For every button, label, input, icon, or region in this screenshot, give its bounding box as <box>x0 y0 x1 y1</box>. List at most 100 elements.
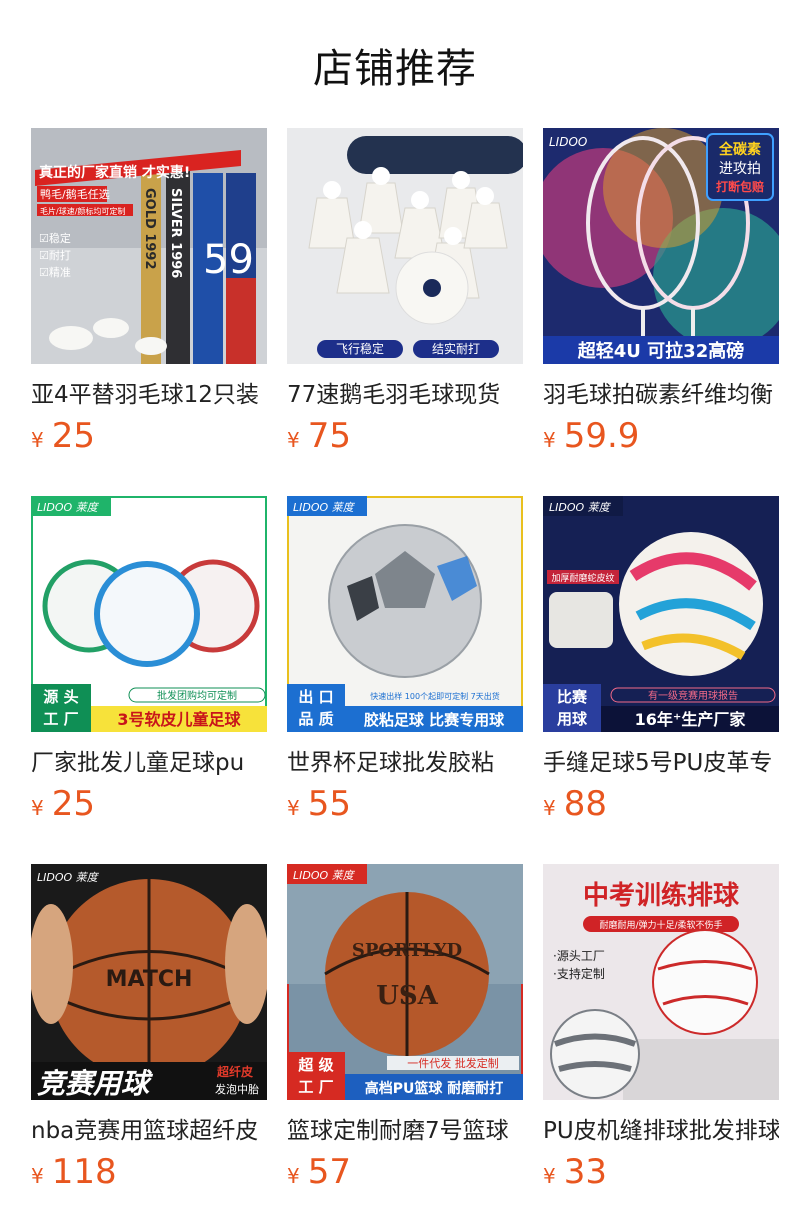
svg-text:源 头: 源 头 <box>43 688 78 706</box>
currency-symbol: ¥ <box>287 428 300 452</box>
price-amount: 59.9 <box>563 416 640 456</box>
product-image[interactable]: LIDOO 莱度 出 口 品 质 快速出样 100个起即可定制 7天出货 胶粘足… <box>287 496 523 732</box>
brand-logo: LIDOO 莱度 <box>37 871 100 884</box>
product-image[interactable]: LIDOO 莱度 加厚耐磨蛇皮纹 比赛 用球 有一级竞赛用球报告 16年⁺生产厂… <box>543 496 779 732</box>
price-amount: 88 <box>563 784 607 824</box>
svg-text:发泡中胎: 发泡中胎 <box>215 1082 259 1096</box>
product-price: ¥ 33 <box>543 1152 779 1196</box>
svg-text:批发团购均可定制: 批发团购均可定制 <box>157 689 237 702</box>
product-image[interactable]: LIDOO 莱度 SPORTLYD USA 超 级 工 厂 一件代发 批发定制 … <box>287 864 523 1100</box>
svg-text:59: 59 <box>203 237 254 283</box>
product-price: ¥ 25 <box>31 416 267 460</box>
shuttlecock-tubes-image: 真正的厂家直销 才实惠! 鸭毛/鹅毛任选 毛片/球速/颜标均可定制 ☑稳定 ☑耐… <box>31 128 267 364</box>
product-card[interactable]: LIDOO 莱度 MATCH 竞赛用球 超纤皮 发泡中胎 nba竞赛用篮球超纤皮… <box>31 864 267 1200</box>
product-price: ¥ 75 <box>287 416 523 460</box>
product-name[interactable]: 世界杯足球批发胶粘 <box>287 746 523 780</box>
match-basketball-image: LIDOO 莱度 MATCH 竞赛用球 超纤皮 发泡中胎 <box>31 864 267 1100</box>
brand-logo: LIDOO 莱度 <box>293 501 356 514</box>
product-image[interactable]: LIDOO 莱度 源 头 工 厂 批发团购均可定制 3号软皮儿童足球 <box>31 496 267 732</box>
svg-text:16年⁺生产厂家: 16年⁺生产厂家 <box>635 710 747 729</box>
svg-text:出 口: 出 口 <box>298 688 333 706</box>
product-name[interactable]: 77速鹅毛羽毛球现货 <box>287 378 523 412</box>
product-image[interactable]: 飞行稳定 结实耐打 <box>287 128 523 364</box>
svg-text:竞赛用球: 竞赛用球 <box>37 1067 154 1100</box>
svg-text:·支持定制: ·支持定制 <box>553 966 605 981</box>
svg-text:3号软皮儿童足球: 3号软皮儿童足球 <box>117 710 241 729</box>
svg-text:GOLD 1992: GOLD 1992 <box>142 188 157 270</box>
svg-text:MATCH: MATCH <box>106 967 193 992</box>
sub-text: 毛片/球速/颜标均可定制 <box>40 206 125 216</box>
product-name[interactable]: 亚4平替羽毛球12只装 <box>31 378 267 412</box>
headline-text: 真正的厂家直销 才实惠! <box>39 164 190 181</box>
svg-text:·源头工厂: ·源头工厂 <box>553 949 605 963</box>
check-text: ☑耐打 <box>39 248 71 262</box>
currency-symbol: ¥ <box>543 428 556 452</box>
svg-text:工 厂: 工 厂 <box>298 1078 333 1096</box>
volleyballs-image: 中考训练排球 耐磨耐用/弹力十足/柔软不伤手 ·源头工厂 ·支持定制 <box>543 864 779 1100</box>
product-name[interactable]: PU皮机缝排球批发排球 <box>543 1114 779 1148</box>
brand-logo: LIDOO <box>549 135 587 149</box>
product-card[interactable]: 飞行稳定 结实耐打 77速鹅毛羽毛球现货 ¥ 75 <box>287 128 523 464</box>
tag-text: 结实耐打 <box>432 341 480 356</box>
svg-text:USA: USA <box>376 981 438 1011</box>
svg-text:一件代发 批发定制: 一件代发 批发定制 <box>407 1056 499 1070</box>
product-card[interactable]: LIDOO 莱度 源 头 工 厂 批发团购均可定制 3号软皮儿童足球 厂家批发儿… <box>31 496 267 832</box>
product-price: ¥ 118 <box>31 1152 267 1196</box>
product-card[interactable]: 真正的厂家直销 才实惠! 鸭毛/鹅毛任选 毛片/球速/颜标均可定制 ☑稳定 ☑耐… <box>31 128 267 464</box>
product-name[interactable]: 羽毛球拍碳素纤维均衡 <box>543 378 779 412</box>
product-card[interactable]: LIDOO 莱度 SPORTLYD USA 超 级 工 厂 一件代发 批发定制 … <box>287 864 523 1200</box>
product-name[interactable]: 厂家批发儿童足球pu <box>31 746 267 780</box>
svg-text:品 质: 品 质 <box>298 710 333 728</box>
price-amount: 118 <box>51 1152 117 1192</box>
currency-symbol: ¥ <box>543 1164 556 1188</box>
product-name[interactable]: 篮球定制耐磨7号篮球 <box>287 1114 523 1148</box>
product-card[interactable]: 中考训练排球 耐磨耐用/弹力十足/柔软不伤手 ·源头工厂 ·支持定制 PU皮机缝… <box>543 864 779 1200</box>
sub-text: 鸭毛/鹅毛任选 <box>40 187 110 201</box>
svg-text:超纤皮: 超纤皮 <box>216 1064 253 1079</box>
svg-text:进攻拍: 进攻拍 <box>719 161 761 177</box>
product-image[interactable]: 真正的厂家直销 才实惠! 鸭毛/鹅毛任选 毛片/球速/颜标均可定制 ☑稳定 ☑耐… <box>31 128 267 364</box>
match-football-image: LIDOO 莱度 加厚耐磨蛇皮纹 比赛 用球 有一级竞赛用球报告 16年⁺生产厂… <box>543 496 779 732</box>
product-name[interactable]: nba竞赛用篮球超纤皮 <box>31 1114 267 1148</box>
product-card[interactable]: LIDOO 全碳素 进攻拍 打断包赔 超轻4U 可拉32高磅 羽毛球拍碳素纤维均… <box>543 128 779 464</box>
product-price: ¥ 88 <box>543 784 779 828</box>
product-card[interactable]: LIDOO 莱度 出 口 品 质 快速出样 100个起即可定制 7天出货 胶粘足… <box>287 496 523 832</box>
product-grid: 真正的厂家直销 才实惠! 鸭毛/鹅毛任选 毛片/球速/颜标均可定制 ☑稳定 ☑耐… <box>31 128 779 1200</box>
product-image[interactable]: LIDOO 全碳素 进攻拍 打断包赔 超轻4U 可拉32高磅 <box>543 128 779 364</box>
currency-symbol: ¥ <box>31 796 44 820</box>
price-amount: 33 <box>563 1152 607 1192</box>
check-text: ☑稳定 <box>39 231 71 245</box>
custom-basketball-image: LIDOO 莱度 SPORTLYD USA 超 级 工 厂 一件代发 批发定制 … <box>287 864 523 1100</box>
product-price: ¥ 57 <box>287 1152 523 1196</box>
svg-text:胶粘足球 比赛专用球: 胶粘足球 比赛专用球 <box>364 711 505 729</box>
svg-text:工 厂: 工 厂 <box>43 710 78 728</box>
price-amount: 55 <box>307 784 351 824</box>
svg-text:用球: 用球 <box>557 710 588 728</box>
currency-symbol: ¥ <box>543 796 556 820</box>
product-card[interactable]: LIDOO 莱度 加厚耐磨蛇皮纹 比赛 用球 有一级竞赛用球报告 16年⁺生产厂… <box>543 496 779 832</box>
svg-text:全碳素: 全碳素 <box>718 141 761 158</box>
silver-football-image: LIDOO 莱度 出 口 品 质 快速出样 100个起即可定制 7天出货 胶粘足… <box>287 496 523 732</box>
currency-symbol: ¥ <box>287 1164 300 1188</box>
svg-text:打断包赔: 打断包赔 <box>716 179 764 194</box>
svg-text:比赛: 比赛 <box>557 688 588 706</box>
product-image[interactable]: LIDOO 莱度 MATCH 竞赛用球 超纤皮 发泡中胎 <box>31 864 267 1100</box>
tag-text: 飞行稳定 <box>336 341 384 356</box>
svg-text:SILVER 1996: SILVER 1996 <box>168 188 183 278</box>
shuttlecocks-image: 飞行稳定 结实耐打 <box>287 128 523 364</box>
svg-text:中考训练排球: 中考训练排球 <box>583 880 740 911</box>
price-amount: 25 <box>51 784 95 824</box>
svg-text:高档PU篮球 耐磨耐打: 高档PU篮球 耐磨耐打 <box>365 1080 504 1097</box>
price-amount: 57 <box>307 1152 351 1192</box>
badminton-rackets-image: LIDOO 全碳素 进攻拍 打断包赔 超轻4U 可拉32高磅 <box>543 128 779 364</box>
svg-text:超轻4U 可拉32高磅: 超轻4U 可拉32高磅 <box>578 340 744 362</box>
price-amount: 25 <box>51 416 95 456</box>
product-name[interactable]: 手缝足球5号PU皮革专 <box>543 746 779 780</box>
svg-text:超 级: 超 级 <box>297 1056 334 1074</box>
currency-symbol: ¥ <box>287 796 300 820</box>
product-price: ¥ 25 <box>31 784 267 828</box>
brand-logo: LIDOO 莱度 <box>37 501 100 514</box>
product-image[interactable]: 中考训练排球 耐磨耐用/弹力十足/柔软不伤手 ·源头工厂 ·支持定制 <box>543 864 779 1100</box>
brand-logo: LIDOO 莱度 <box>293 869 356 882</box>
product-price: ¥ 59.9 <box>543 416 779 460</box>
